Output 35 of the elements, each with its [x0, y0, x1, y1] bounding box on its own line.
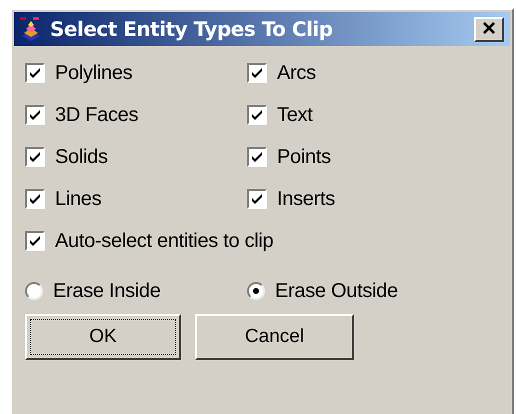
checkbox-label: Lines — [55, 187, 102, 212]
checkbox-label: Solids — [55, 145, 108, 170]
check-icon — [29, 193, 41, 205]
checkbox-label: Arcs — [277, 61, 316, 86]
checkbox[interactable] — [25, 231, 45, 251]
dialog-button[interactable]: OK — [25, 314, 181, 360]
close-button[interactable]: × — [474, 16, 504, 42]
radio-button[interactable] — [247, 282, 265, 300]
checkbox[interactable] — [25, 63, 45, 83]
checkbox-label: Text — [277, 103, 312, 128]
check-icon — [251, 109, 263, 121]
check-icon — [29, 109, 41, 121]
dialog-button[interactable]: Cancel — [195, 314, 354, 360]
check-icon — [29, 151, 41, 163]
checkbox[interactable] — [247, 189, 267, 209]
checkbox-label: Points — [277, 145, 331, 170]
checkbox[interactable] — [247, 105, 267, 125]
radio-button[interactable] — [25, 282, 43, 300]
radio-label: Erase Outside — [275, 279, 398, 304]
checkbox[interactable] — [247, 147, 267, 167]
check-icon — [29, 235, 41, 247]
checkbox-label: Auto-select entities to clip — [55, 229, 274, 254]
check-icon — [251, 193, 263, 205]
check-icon — [251, 67, 263, 79]
radio-label: Erase Inside — [53, 279, 161, 304]
checkbox-label: 3D Faces — [55, 103, 138, 128]
window-title: Select Entity Types To Clip — [50, 16, 333, 43]
checkbox[interactable] — [25, 189, 45, 209]
checkbox[interactable] — [247, 63, 267, 83]
check-icon — [251, 151, 263, 163]
checkbox[interactable] — [25, 105, 45, 125]
checkbox-label: Polylines — [55, 61, 132, 86]
checkbox-label: Inserts — [277, 187, 335, 212]
checkbox[interactable] — [25, 147, 45, 167]
check-icon — [29, 67, 41, 79]
